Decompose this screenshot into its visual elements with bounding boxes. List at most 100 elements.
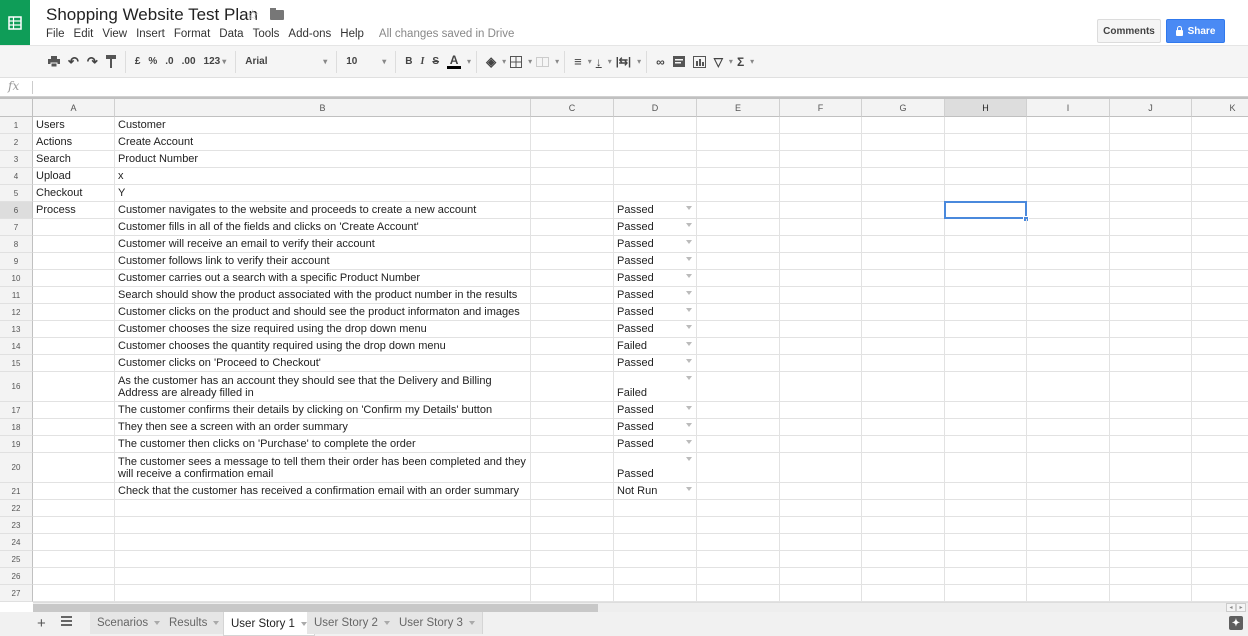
- cell-j10[interactable]: [1110, 270, 1192, 287]
- cell-f7[interactable]: [780, 219, 862, 236]
- cell-c12[interactable]: [531, 304, 614, 321]
- cell-b6[interactable]: Customer navigates to the website and pr…: [115, 202, 531, 219]
- cell-a12[interactable]: [33, 304, 115, 321]
- bold-button[interactable]: B: [401, 50, 416, 74]
- more-formats-dropdown[interactable]: 123 ▾: [200, 50, 231, 74]
- cell-a21[interactable]: [33, 483, 115, 500]
- sheet-tab-results[interactable]: Results: [162, 612, 228, 634]
- cell-k14[interactable]: [1192, 338, 1248, 355]
- cell-j3[interactable]: [1110, 151, 1192, 168]
- cell-j8[interactable]: [1110, 236, 1192, 253]
- cell-k23[interactable]: [1192, 517, 1248, 534]
- row-header[interactable]: 21: [0, 483, 33, 500]
- cell-j16[interactable]: [1110, 372, 1192, 402]
- cell-i12[interactable]: [1027, 304, 1110, 321]
- cell-k3[interactable]: [1192, 151, 1248, 168]
- cell-d7[interactable]: Passed: [614, 219, 697, 236]
- cell-b13[interactable]: Customer chooses the size required using…: [115, 321, 531, 338]
- row-header[interactable]: 27: [0, 585, 33, 602]
- menu-insert[interactable]: Insert: [136, 28, 165, 40]
- cell-k8[interactable]: [1192, 236, 1248, 253]
- cell-j27[interactable]: [1110, 585, 1192, 602]
- cell-c20[interactable]: [531, 453, 614, 483]
- cell-e14[interactable]: [697, 338, 780, 355]
- cell-i17[interactable]: [1027, 402, 1110, 419]
- dropdown-arrow-icon[interactable]: [686, 308, 692, 312]
- menu-addons[interactable]: Add-ons: [288, 28, 331, 40]
- cell-f26[interactable]: [780, 568, 862, 585]
- font-size-dropdown[interactable]: 10 ▾: [342, 50, 390, 74]
- cell-h7[interactable]: [945, 219, 1027, 236]
- cell-e10[interactable]: [697, 270, 780, 287]
- cell-b5[interactable]: Y: [115, 185, 531, 202]
- cell-e22[interactable]: [697, 500, 780, 517]
- column-header-b[interactable]: B: [115, 99, 531, 117]
- cell-d4[interactable]: [614, 168, 697, 185]
- cell-a6[interactable]: Process: [33, 202, 115, 219]
- cell-g10[interactable]: [862, 270, 945, 287]
- column-header-a[interactable]: A: [33, 99, 115, 117]
- cell-c9[interactable]: [531, 253, 614, 270]
- row-header[interactable]: 22: [0, 500, 33, 517]
- cell-j15[interactable]: [1110, 355, 1192, 372]
- insert-link-icon[interactable]: ∞: [652, 50, 669, 74]
- cell-h21[interactable]: [945, 483, 1027, 500]
- cell-k12[interactable]: [1192, 304, 1248, 321]
- row-header[interactable]: 20: [0, 453, 33, 483]
- cell-h18[interactable]: [945, 419, 1027, 436]
- cell-h12[interactable]: [945, 304, 1027, 321]
- cell-i6[interactable]: [1027, 202, 1110, 219]
- column-header-g[interactable]: G: [862, 99, 945, 117]
- row-header[interactable]: 2: [0, 134, 33, 151]
- cell-c19[interactable]: [531, 436, 614, 453]
- sheets-logo-icon[interactable]: [0, 0, 30, 45]
- cell-g3[interactable]: [862, 151, 945, 168]
- row-header[interactable]: 25: [0, 551, 33, 568]
- cell-h16[interactable]: [945, 372, 1027, 402]
- decrease-decimals-button[interactable]: .0: [161, 50, 177, 74]
- redo-icon[interactable]: ↷: [83, 50, 102, 74]
- cell-e4[interactable]: [697, 168, 780, 185]
- save-status[interactable]: All changes saved in Drive: [379, 28, 515, 40]
- cell-a27[interactable]: [33, 585, 115, 602]
- cell-i3[interactable]: [1027, 151, 1110, 168]
- cell-g23[interactable]: [862, 517, 945, 534]
- cell-b18[interactable]: They then see a screen with an order sum…: [115, 419, 531, 436]
- column-header-k[interactable]: K: [1192, 99, 1248, 117]
- cell-d15[interactable]: Passed: [614, 355, 697, 372]
- cell-e13[interactable]: [697, 321, 780, 338]
- scroll-right-icon[interactable]: ▸: [1236, 603, 1246, 612]
- cell-k5[interactable]: [1192, 185, 1248, 202]
- cell-a3[interactable]: Search: [33, 151, 115, 168]
- cell-a20[interactable]: [33, 453, 115, 483]
- cell-f17[interactable]: [780, 402, 862, 419]
- dropdown-arrow-icon[interactable]: [686, 342, 692, 346]
- row-header[interactable]: 12: [0, 304, 33, 321]
- chevron-down-icon[interactable]: ▾: [467, 57, 471, 66]
- row-header[interactable]: 17: [0, 402, 33, 419]
- cell-j23[interactable]: [1110, 517, 1192, 534]
- cell-e25[interactable]: [697, 551, 780, 568]
- row-header[interactable]: 14: [0, 338, 33, 355]
- cell-a23[interactable]: [33, 517, 115, 534]
- cell-d26[interactable]: [614, 568, 697, 585]
- row-header[interactable]: 8: [0, 236, 33, 253]
- cell-g13[interactable]: [862, 321, 945, 338]
- cell-k27[interactable]: [1192, 585, 1248, 602]
- cell-f6[interactable]: [780, 202, 862, 219]
- cell-i4[interactable]: [1027, 168, 1110, 185]
- cell-c1[interactable]: [531, 117, 614, 134]
- cell-i14[interactable]: [1027, 338, 1110, 355]
- cell-b8[interactable]: Customer will receive an email to verify…: [115, 236, 531, 253]
- cell-a25[interactable]: [33, 551, 115, 568]
- cell-g7[interactable]: [862, 219, 945, 236]
- chevron-down-icon[interactable]: [468, 621, 475, 625]
- cell-h13[interactable]: [945, 321, 1027, 338]
- paint-format-icon[interactable]: [102, 50, 120, 74]
- cell-j2[interactable]: [1110, 134, 1192, 151]
- cell-e19[interactable]: [697, 436, 780, 453]
- cell-f21[interactable]: [780, 483, 862, 500]
- dropdown-arrow-icon[interactable]: [686, 457, 692, 461]
- add-sheet-button[interactable]: +: [37, 615, 46, 632]
- cell-e16[interactable]: [697, 372, 780, 402]
